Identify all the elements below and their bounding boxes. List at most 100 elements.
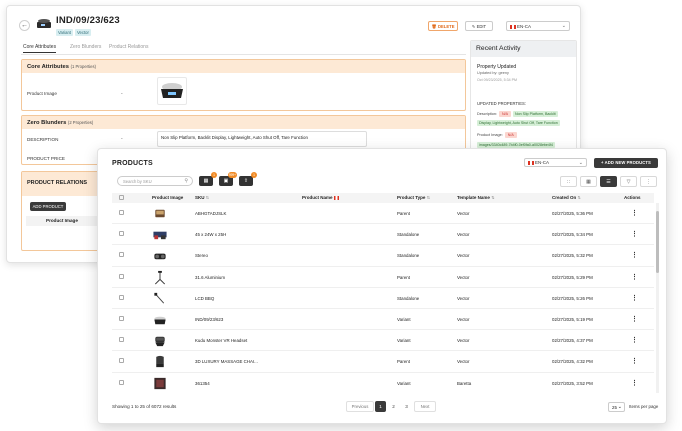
table-row[interactable]: 3D LUXURY MASSAGE CHAI... Parent Vector 02/… xyxy=(112,351,654,373)
row-checkbox[interactable] xyxy=(119,294,124,300)
page-3-button[interactable]: 3 xyxy=(401,401,412,412)
page-title: IND/09/23/623 xyxy=(56,15,120,26)
products-title: PRODUCTS xyxy=(112,160,153,167)
export-badge: 1 xyxy=(251,172,257,178)
tab-product-relations[interactable]: Product Relations xyxy=(109,42,148,52)
cell-created-on: 02/27/2025, 4:37 PM xyxy=(552,338,593,344)
tab-core-attributes[interactable]: Core Attributes xyxy=(23,42,57,53)
row-actions-icon[interactable]: ⋮ xyxy=(631,203,638,224)
table-row[interactable]: ABHGTADJSLK Parent Vector 02/27/2025, 5:36 … xyxy=(112,203,654,225)
products-window: PRODUCTS EN-CA ⌄ + ADD NEW PRODUCTS Searc… xyxy=(97,148,667,424)
cell-template-name: Vector xyxy=(457,338,470,344)
description-field[interactable]: Non Slip Platform, Backlit Display, Ligh… xyxy=(157,131,367,147)
back-arrow-icon[interactable]: ← xyxy=(19,20,30,31)
row-checkbox[interactable] xyxy=(119,273,124,279)
table-row[interactable]: LCD BBQ Standalone Vector 02/27/2025, 5:26 … xyxy=(112,288,654,309)
product-thumbnail xyxy=(37,19,51,28)
tab-divider xyxy=(21,54,466,55)
updated-properties-label: UPDATED PROPERTIES: xyxy=(477,101,526,106)
filter-funnel-button[interactable]: ▽ xyxy=(620,176,637,187)
select-all-checkbox[interactable] xyxy=(119,195,124,200)
row-checkbox[interactable] xyxy=(119,252,124,258)
product-thumbnail xyxy=(156,356,164,368)
page-1-button[interactable]: 1 xyxy=(375,401,386,412)
sort-icon: ⇅ xyxy=(491,195,495,200)
row-actions-icon[interactable]: ⋮ xyxy=(631,288,638,309)
previous-page-button[interactable]: Previous xyxy=(346,401,374,412)
product-relations-header: PRODUCT RELATIONS xyxy=(22,172,106,196)
table-row[interactable]: 31.6 Aluminium Parent Vector 02/27/2025, 5:… xyxy=(112,267,654,288)
page-2-button[interactable]: 2 xyxy=(388,401,399,412)
row-checkbox[interactable] xyxy=(119,231,124,237)
product-thumbnail xyxy=(154,377,166,389)
table-row[interactable]: 45 x 24W x 25H Standalone Vector 02/27/2025… xyxy=(112,224,654,246)
row-actions-icon[interactable]: ⋮ xyxy=(631,267,638,288)
more-options-button[interactable]: ⋮ xyxy=(640,176,657,187)
col-actions: Actions xyxy=(624,195,641,200)
col-created-on[interactable]: Created On ⇅ xyxy=(552,193,581,203)
row-checkbox[interactable] xyxy=(119,358,124,364)
col-product-name[interactable]: Product Name xyxy=(302,193,339,203)
scrollbar-thumb[interactable] xyxy=(656,211,659,273)
core-attributes-header: Core Attributes (1 Properties) xyxy=(22,60,465,73)
locale-select[interactable]: EN-CA ⌄ xyxy=(506,21,570,31)
row-checkbox[interactable] xyxy=(119,316,124,321)
core-attributes-section: Core Attributes (1 Properties) Product I… xyxy=(21,59,466,111)
import-button[interactable]: ▣ 999+ xyxy=(219,172,237,186)
cell-sku: Stereo xyxy=(195,253,208,259)
export-button[interactable]: ⇧ 1 xyxy=(239,172,257,186)
cell-product-type: Parent xyxy=(397,211,410,216)
row-actions-icon[interactable]: ⋮ xyxy=(631,245,638,266)
row-actions-icon[interactable]: ⋮ xyxy=(631,351,638,372)
next-page-button[interactable]: Next xyxy=(414,401,436,412)
table-row[interactable]: Kudu Monster VR Headset Variant Vector 02/2… xyxy=(112,330,654,352)
cell-sku: LCD BBQ xyxy=(195,295,215,301)
col-template-name[interactable]: Template Name ⇅ xyxy=(457,193,495,203)
product-image[interactable] xyxy=(157,77,187,105)
locale-select[interactable]: EN-CA ⌄ xyxy=(524,158,587,167)
vertical-dots-icon: ⋮ xyxy=(646,179,651,185)
row-checkbox[interactable] xyxy=(119,210,124,215)
row-checkbox[interactable] xyxy=(119,337,124,343)
col-sku[interactable]: SKU ⇅ xyxy=(195,193,209,203)
row-actions-icon[interactable]: ⋮ xyxy=(631,309,638,330)
template-chip: Vector xyxy=(75,29,91,36)
kitchen-scale-image xyxy=(161,83,183,98)
cell-template-name: Vector xyxy=(457,232,470,238)
tile-view-button[interactable]: ▦ xyxy=(580,176,597,187)
table-row[interactable]: 361354 Variant Baretta 02/27/2025, 3:52 PM ⋮ xyxy=(112,373,654,393)
row-actions-icon[interactable]: ⋮ xyxy=(631,373,638,393)
recent-activity-title: Recent Activity xyxy=(471,41,576,57)
chevron-down-icon: ⌄ xyxy=(617,404,622,410)
per-page-select[interactable]: 25 ⌄ xyxy=(608,402,625,412)
list-view-button[interactable]: ☰ xyxy=(600,176,617,187)
canada-flag-icon xyxy=(333,196,339,200)
row-actions-icon[interactable]: ⋮ xyxy=(631,330,638,351)
cell-template-name: Vector xyxy=(457,359,470,365)
row-actions-icon[interactable]: ⋮ xyxy=(631,224,638,245)
add-product-button[interactable]: ADD PRODUCT xyxy=(30,202,66,211)
delete-button[interactable]: 🗑 DELETE xyxy=(428,21,458,31)
grid-view-button[interactable]: ∷ xyxy=(560,176,577,187)
table-row[interactable]: Stereo Standalone Vector 02/27/2025, 5:32 P… xyxy=(112,245,654,267)
activity-user: Updated by: geeny xyxy=(477,71,509,75)
add-new-products-button[interactable]: + ADD NEW PRODUCTS xyxy=(594,158,658,168)
search-input[interactable]: Search by SKU ⚲ xyxy=(117,176,193,186)
tab-zero-blunders[interactable]: Zero Blunders xyxy=(70,42,101,52)
trash-icon: 🗑 xyxy=(431,24,437,29)
cell-product-type: Variant xyxy=(397,380,411,386)
activity-description-line: Description: N/A Non Slip Platform, Backli… xyxy=(477,111,558,117)
col-product-image: Product Image xyxy=(152,195,184,200)
cell-template-name: Baretta xyxy=(457,380,472,386)
table-row[interactable]: IND/09/23/623 Variant Vector 02/27/2025, 5:… xyxy=(112,309,654,331)
cell-sku: 31.6 Aluminium xyxy=(195,274,226,280)
cell-product-type: Variant xyxy=(397,317,411,322)
edit-button[interactable]: ✎ EDIT xyxy=(465,21,493,31)
cell-product-type: Standalone xyxy=(397,253,420,259)
filter-button[interactable]: ▦ 1 xyxy=(199,172,217,186)
col-product-type[interactable]: Product Type ⇅ xyxy=(397,193,430,203)
cell-sku: 45 x 24W x 25H xyxy=(195,232,227,238)
cell-sku: ABHGTADJSLK xyxy=(195,211,227,216)
row-checkbox[interactable] xyxy=(119,379,124,385)
pencil-icon: ✎ xyxy=(471,24,476,29)
